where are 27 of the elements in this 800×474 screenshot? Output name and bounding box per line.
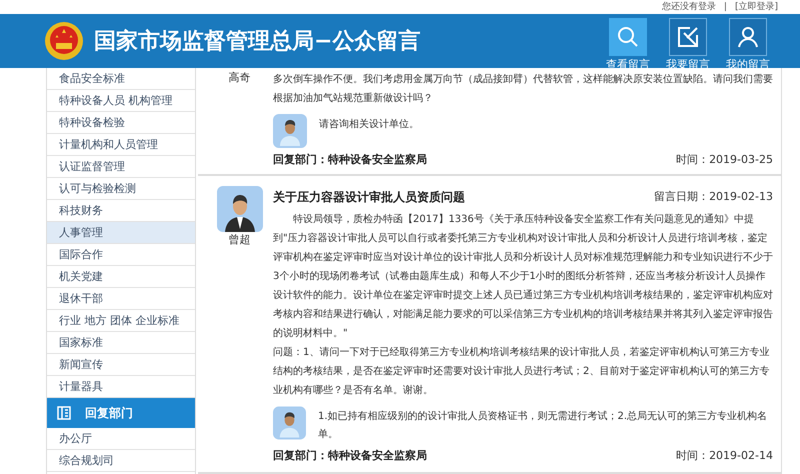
edit-icon	[676, 25, 700, 49]
emblem-icon	[44, 21, 84, 61]
reply-time: 时间：2019-03-25	[676, 152, 773, 168]
avatar-icon	[273, 114, 307, 148]
post-text: 问题：1、请问一下对于已经取得第三方专业机构培训考核结果的设计审批人员，若鉴定评审机构认可第三方专业结构的考核结果，是否在鉴定评审时还需要对设计审批人员进行考试；2、目前对于鉴定评审机构认可的第三方专业机构有哪些？是否有名单。谢谢。	[273, 346, 770, 398]
reply-text: 1.如已持有相应级别的的设计审批人员资格证书，则无需进行考试；2.总局无认可的第三方专业机构名单。	[318, 410, 768, 442]
author-name: 高奇	[228, 70, 250, 86]
site-title: 国家市场监督管理总局−公众留言	[94, 28, 420, 56]
post-title: 关于压力容器设计审批人员资质问题	[273, 189, 465, 206]
reply-text: 请咨询相关设计单位。	[319, 118, 419, 132]
sidebar-item[interactable]: 人事管理	[47, 222, 195, 244]
section-title: 回复部门	[85, 405, 133, 422]
reply-time: 时间：2019-02-14	[676, 448, 773, 464]
separator: |	[724, 1, 727, 14]
avatar-icon	[216, 186, 262, 232]
login-link[interactable]: [立即登录]	[734, 0, 778, 14]
reply-department: 回复部门：特种设备安全监察局	[273, 152, 427, 168]
search-icon	[616, 25, 640, 49]
post-text: 多次倒车操作不便。我们考虑用金属万向节（成品接卸臂）代替软管，这样能解决原安装位置缺陷。请问我们需要根据加油加气站规范重新做设计吗？	[273, 72, 773, 106]
author-name: 曾超	[228, 232, 250, 248]
post-text: 特设局领导，质检办特函【2017】1336号《关于承压特种设备安全监察工作有关问题意见的通知》中提到"压力容器设计审批人员可以自行或者委托第三方专业机构对设计审批人员和分析设计人员进行培训考核，鉴定评审机构在鉴定评审时应当对设计单位的设计审批人员和分析设计人员对标准规范理解能力和专业知识进行不少于3个小时的现场闭卷考试（试卷由题库生成）和每人不少于1小时的图纸分析答辩，还应当考核分析设计人员操作设计软件的能力。设计单位在鉴定评审时提交上述人员已通过第三方专业机构培训考核结果的，鉴定评审机构应对考核内容和结果进行确认，对能满足能力要求的可以采信第三方专业机构的培训考核结果并将其列入鉴定评审报告的说明材料中。"	[273, 212, 773, 341]
avatar-icon	[273, 406, 306, 440]
book-icon	[57, 406, 71, 420]
login-status: 您还没有登录	[662, 0, 716, 14]
reply-department: 回复部门：特种设备安全监察局	[273, 448, 427, 464]
post-date: 留言日期：2019-02-13	[654, 188, 773, 205]
user-icon	[736, 25, 760, 49]
